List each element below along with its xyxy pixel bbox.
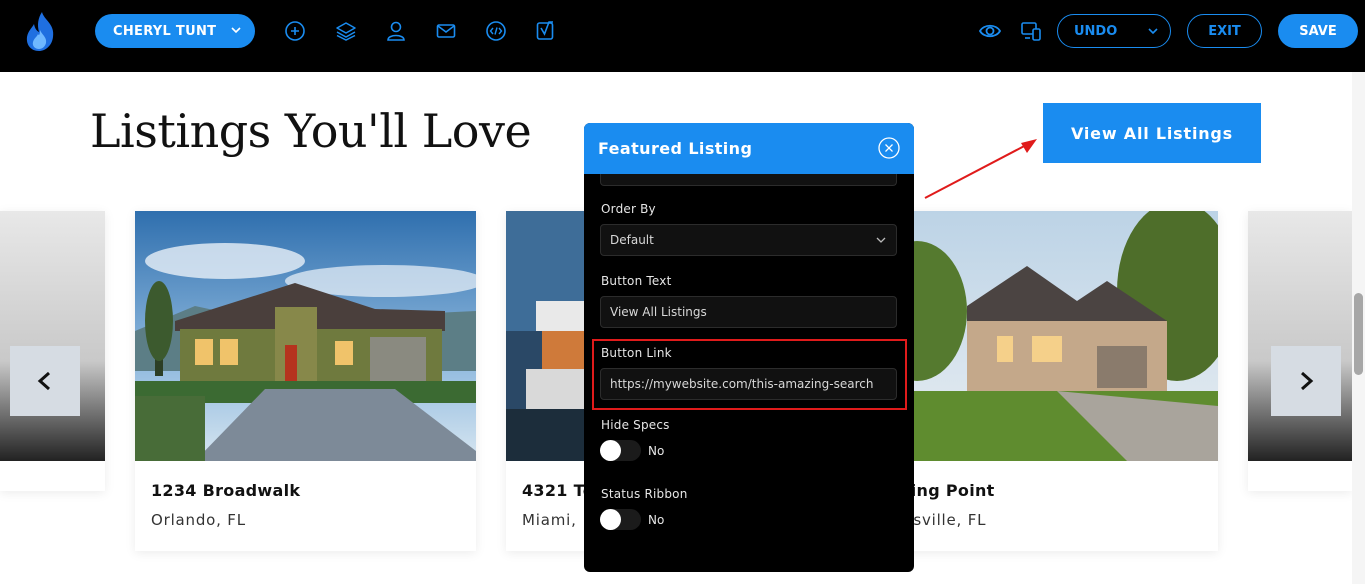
user-account-dropdown[interactable]: CHERYL TUNT bbox=[95, 14, 255, 48]
undo-dropdown[interactable]: UNDO bbox=[1057, 14, 1171, 48]
top-toolbar: CHERYL TUNT UNDO EXIT SAVE bbox=[0, 0, 1365, 72]
user-icon[interactable] bbox=[385, 20, 407, 42]
button-text-label: Button Text bbox=[601, 274, 672, 288]
undo-label: UNDO bbox=[1074, 23, 1118, 39]
status-ribbon-value: No bbox=[648, 513, 665, 527]
status-ribbon-label: Status Ribbon bbox=[601, 487, 688, 501]
section-heading: Listings You'll Love bbox=[90, 104, 532, 158]
annotation-highlight-box bbox=[592, 339, 907, 410]
button-text-value: View All Listings bbox=[610, 305, 707, 319]
responsive-devices-icon[interactable] bbox=[1020, 20, 1042, 42]
toggle-knob bbox=[600, 509, 621, 530]
order-by-label: Order By bbox=[601, 202, 656, 216]
listing-city: Orlando, FL bbox=[151, 511, 246, 529]
close-icon[interactable] bbox=[878, 137, 900, 159]
listing-photo bbox=[877, 211, 1218, 461]
layers-icon[interactable] bbox=[335, 20, 357, 42]
listing-city: Miami, bbox=[522, 511, 577, 529]
listing-photo bbox=[1248, 211, 1352, 461]
chevron-down-icon bbox=[876, 237, 886, 243]
chevron-down-icon bbox=[231, 27, 241, 34]
panel-header: Featured Listing bbox=[584, 123, 914, 174]
panel-title: Featured Listing bbox=[598, 139, 753, 158]
order-by-value: Default bbox=[610, 233, 654, 247]
chevron-down-icon bbox=[1148, 28, 1158, 35]
listing-card[interactable]: sting Point nesville, FL bbox=[877, 211, 1218, 551]
hide-specs-value: No bbox=[648, 444, 665, 458]
view-all-listings-button[interactable]: View All Listings bbox=[1043, 103, 1261, 163]
button-text-input[interactable]: View All Listings bbox=[600, 296, 897, 328]
hide-specs-toggle[interactable] bbox=[600, 440, 641, 461]
order-by-select[interactable]: Default bbox=[600, 224, 897, 256]
listing-title: 1234 Broadwalk bbox=[151, 481, 301, 500]
listing-card[interactable]: 1234 Broadwalk Orlando, FL bbox=[135, 211, 476, 551]
listing-photo bbox=[0, 211, 105, 461]
add-icon[interactable] bbox=[284, 20, 306, 42]
preview-eye-icon[interactable] bbox=[978, 20, 1002, 42]
annotation-arrow-icon bbox=[924, 139, 1037, 199]
status-ribbon-toggle[interactable] bbox=[600, 509, 641, 530]
listing-photo bbox=[135, 211, 476, 461]
scrollbar-thumb[interactable] bbox=[1354, 293, 1363, 375]
carousel-next-button[interactable] bbox=[1271, 346, 1341, 416]
code-icon[interactable] bbox=[485, 20, 507, 42]
carousel-prev-button[interactable] bbox=[10, 346, 80, 416]
yoast-icon[interactable] bbox=[535, 20, 557, 42]
flame-logo-icon[interactable] bbox=[22, 10, 58, 52]
toggle-knob bbox=[600, 440, 621, 461]
user-name-label: CHERYL TUNT bbox=[113, 23, 217, 39]
chevron-left-icon bbox=[37, 371, 50, 391]
mail-icon[interactable] bbox=[435, 20, 457, 42]
scrolled-field-stub bbox=[600, 174, 897, 186]
exit-button[interactable]: EXIT bbox=[1187, 14, 1262, 48]
chevron-right-icon bbox=[1301, 371, 1314, 391]
hide-specs-label: Hide Specs bbox=[601, 418, 670, 432]
save-button[interactable]: SAVE bbox=[1278, 14, 1358, 48]
